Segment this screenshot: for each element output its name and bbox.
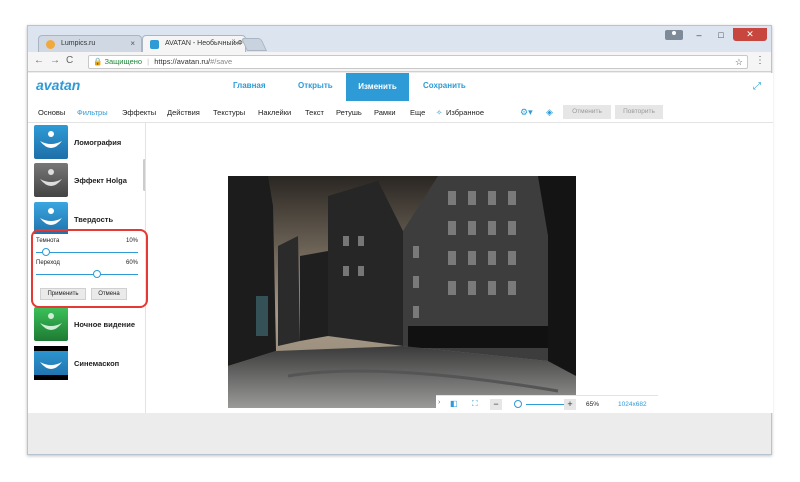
filter-thumbnail [34, 163, 68, 197]
address-divider: | [147, 57, 150, 66]
tab-lumpics[interactable]: Lumpics.ru × [38, 35, 142, 52]
tab-title: AVATAN - Необычный Ф [165, 40, 243, 47]
filter-name: Твердость [74, 215, 114, 224]
tab-filters[interactable]: Фильтры [77, 108, 108, 117]
filter-cinemascope[interactable]: Синемаскоп [34, 346, 144, 380]
filter-thumbnail [34, 125, 68, 159]
compare-icon[interactable]: ◧ [450, 399, 458, 408]
filter-holga[interactable]: Эффект Holga [34, 163, 144, 197]
forward-icon[interactable]: → [50, 55, 60, 66]
secure-label: Защищено [104, 57, 143, 66]
url-host: https://avatan.ru/ [154, 57, 211, 66]
filter-lomography[interactable]: Ломография [34, 125, 144, 159]
settings-gear-icon[interactable]: ⚙▾ [520, 107, 533, 118]
nav-edit[interactable]: Изменить [346, 73, 409, 101]
tab-actions[interactable]: Действия [167, 108, 200, 117]
image-dimensions: 1024x682 [618, 401, 647, 408]
tab-close-icon[interactable]: × [130, 39, 135, 48]
avatan-favicon-icon [150, 40, 159, 49]
title-bar: Lumpics.ru × AVATAN - Необычный Ф × – □ … [28, 26, 771, 52]
app-header: avatan Главная Открыть Изменить Сохранит… [28, 73, 773, 101]
close-button[interactable]: ✕ [733, 28, 767, 41]
photo-canvas[interactable] [228, 176, 576, 408]
zoom-in-button[interactable]: + [564, 399, 576, 410]
sidebar-scrollbar[interactable] [143, 159, 145, 191]
back-icon[interactable]: ← [34, 55, 44, 66]
tab-favorites[interactable]: Избранное [446, 108, 484, 117]
fit-screen-icon[interactable]: ⛶ [472, 399, 478, 409]
window-controls: – □ ✕ [665, 28, 767, 41]
zoom-out-button[interactable]: − [490, 399, 502, 410]
layers-icon[interactable]: ◈ [546, 107, 553, 118]
filter-thumbnail [34, 307, 68, 341]
filter-name: Синемаскоп [74, 359, 120, 368]
avatan-logo[interactable]: avatan [36, 77, 80, 93]
tab-effects[interactable]: Эффекты [122, 108, 156, 117]
reload-icon[interactable]: C [66, 55, 73, 66]
address-bar-row: ← → C 🔒 Защищено | https://avatan.ru/#/s… [28, 52, 771, 72]
undo-button[interactable]: Отменить [563, 105, 611, 119]
filter-night-vision[interactable]: Ночное видение [34, 307, 144, 341]
tab-title: Lumpics.ru [61, 40, 96, 47]
tools-toolbar: Основы Фильтры Эффекты Действия Текстуры… [28, 101, 773, 123]
city-street-photo [228, 176, 576, 408]
tab-more[interactable]: Еще [410, 108, 425, 117]
nav-save[interactable]: Сохранить [423, 81, 466, 90]
redo-button[interactable]: Повторить [615, 105, 663, 119]
bookmark-star-icon[interactable]: ☆ [735, 56, 743, 68]
maximize-button[interactable]: □ [711, 29, 731, 41]
minimize-button[interactable]: – [689, 29, 709, 41]
address-input[interactable]: 🔒 Защищено | https://avatan.ru/#/save ☆ [88, 55, 748, 69]
tab-retouch[interactable]: Ретушь [336, 108, 362, 117]
highlight-annotation [31, 229, 148, 308]
fullscreen-icon[interactable]: ⤢ [753, 81, 761, 92]
zoom-slider-knob[interactable] [514, 400, 522, 408]
zoom-value: 65% [586, 401, 600, 408]
tab-textures[interactable]: Текстуры [213, 108, 245, 117]
lock-icon: 🔒 [93, 57, 103, 66]
filter-name: Эффект Holga [74, 176, 127, 185]
tab-close-icon[interactable]: × [234, 39, 239, 48]
filter-name: Ночное видение [74, 320, 135, 329]
user-profile-icon[interactable] [665, 29, 683, 40]
tab-avatan[interactable]: AVATAN - Необычный Ф × [142, 35, 246, 52]
filter-name: Ломография [74, 138, 122, 147]
tab-frames[interactable]: Рамки [374, 108, 396, 117]
filter-thumbnail [34, 346, 68, 380]
tab-basics[interactable]: Основы [38, 108, 65, 117]
favorites-icon[interactable]: ✧ [436, 108, 442, 117]
nav-home[interactable]: Главная [233, 81, 266, 90]
canvas-bottom-bar: › ◧ ⛶ − + 65% 1024x682 [436, 395, 658, 412]
collapse-arrow-icon[interactable]: › [438, 399, 440, 406]
url-path: #/save [210, 57, 233, 66]
tab-text[interactable]: Текст [305, 108, 324, 117]
browser-menu-icon[interactable]: ⋮ [755, 55, 765, 66]
tab-stickers[interactable]: Наклейки [258, 108, 291, 117]
nav-open[interactable]: Открыть [298, 81, 333, 90]
lumpics-favicon-icon [46, 40, 55, 49]
